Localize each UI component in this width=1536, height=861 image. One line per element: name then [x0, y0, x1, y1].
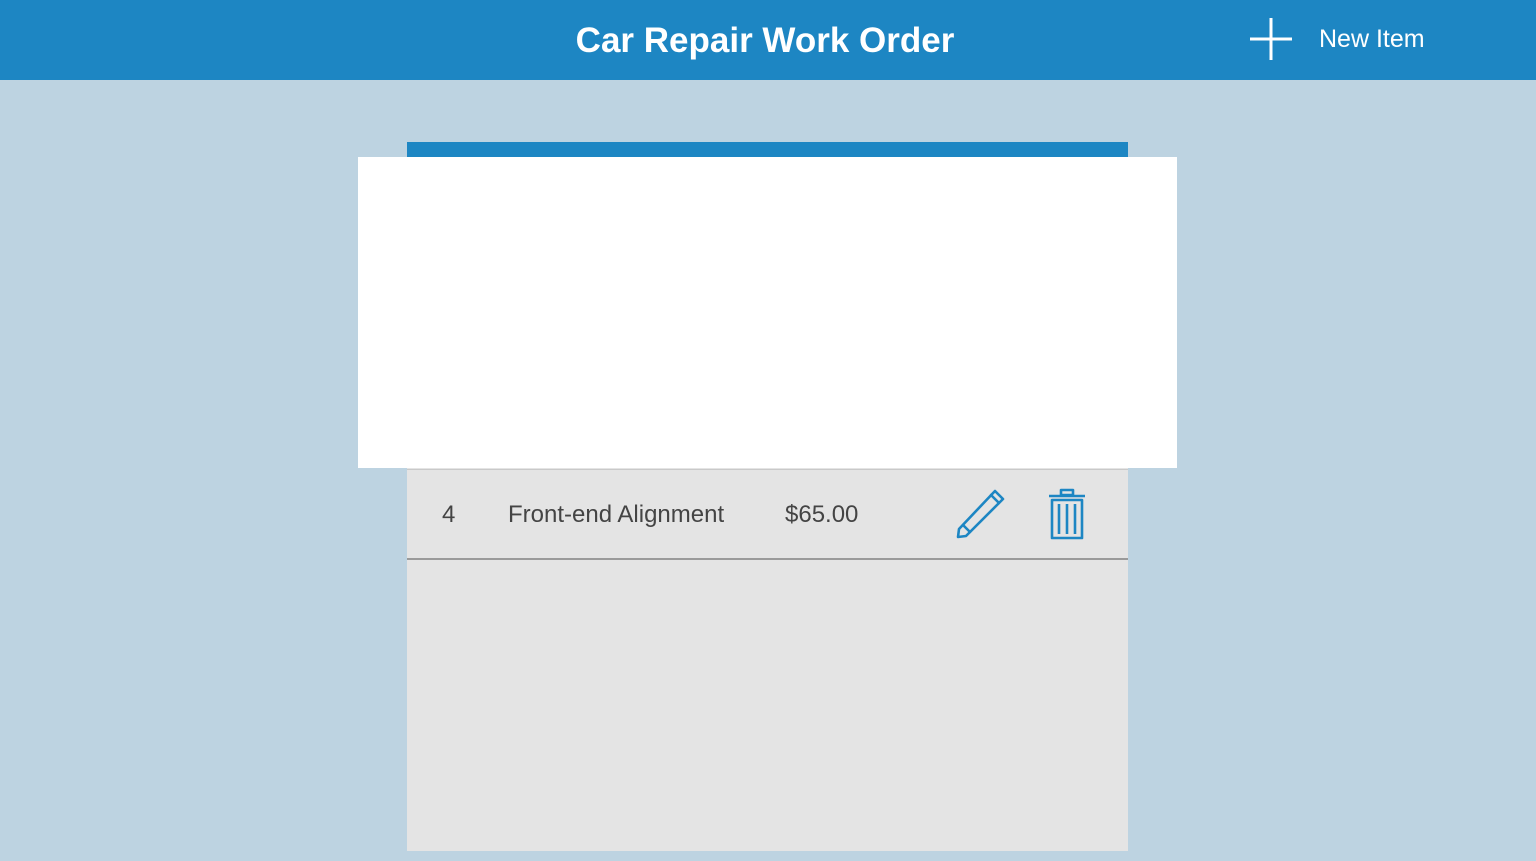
blank-overlay-panel [358, 157, 1177, 468]
table-row[interactable]: 4 Front-end Alignment $65.00 [407, 469, 1128, 560]
new-item-label: New Item [1319, 25, 1425, 53]
edit-button[interactable] [955, 488, 1007, 540]
delete-button[interactable] [1047, 488, 1087, 540]
app-window: Car Repair Work Order New Item 4 Front-e… [0, 0, 1536, 861]
item-description: Front-end Alignment [508, 501, 725, 528]
panel-accent-bar [407, 142, 1128, 157]
trash-icon [1049, 488, 1085, 540]
pencil-icon [956, 489, 1005, 539]
header-bar: Car Repair Work Order New Item [0, 0, 1536, 80]
plus-icon [1250, 18, 1292, 60]
item-number: 4 [442, 501, 456, 528]
new-item-button[interactable]: New Item [1246, 14, 1446, 64]
item-price: $65.00 [785, 501, 859, 528]
